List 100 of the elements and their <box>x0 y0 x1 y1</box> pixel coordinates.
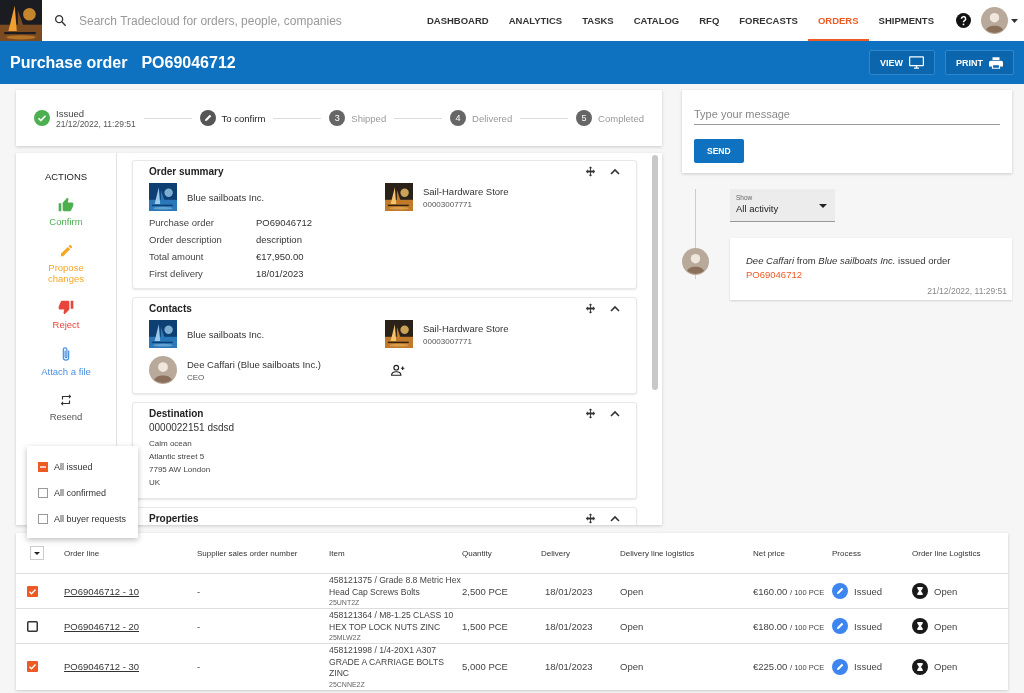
select-all-dropdown[interactable] <box>30 546 44 560</box>
checkbox[interactable] <box>27 585 38 597</box>
checkbox[interactable] <box>27 620 38 632</box>
address-line: 7795 AW London <box>149 464 212 476</box>
nav-tab[interactable]: FORECASTS <box>729 0 808 41</box>
scrollbar[interactable] <box>652 155 658 390</box>
hourglass-icon <box>912 618 928 634</box>
item-description: 458121998 / 1/4-20X1 A307 GRADE A CARRIAGE BOLTS ZINC <box>329 645 445 680</box>
repeat-icon <box>59 393 73 407</box>
section-title: Contacts <box>149 303 192 314</box>
field-label: First delivery <box>149 268 204 279</box>
pencil-icon <box>58 243 74 258</box>
move-icon[interactable] <box>585 408 596 419</box>
company-name: Blue sailboats Inc. <box>187 191 265 203</box>
collapse-icon[interactable] <box>610 168 620 175</box>
section-title: Destination <box>149 408 204 419</box>
collapse-icon[interactable] <box>610 305 620 312</box>
activity-time: 21/12/2022, 11:29:51 <box>926 286 1007 296</box>
avatar <box>682 248 709 275</box>
menu-option[interactable]: All buyer requests <box>54 514 127 524</box>
menu-option[interactable]: All confirmed <box>54 488 107 498</box>
checkbox[interactable] <box>38 488 48 498</box>
order-line-link[interactable]: PO69046712 - 30 <box>64 661 139 673</box>
caret-icon[interactable] <box>1011 18 1018 23</box>
step-label: To confirm <box>221 112 266 124</box>
table-cell-text: - <box>197 585 202 597</box>
search-field[interactable]: Search Tradecloud for orders, people, companies <box>77 12 381 29</box>
step-number: 5 <box>576 110 593 126</box>
avatar <box>981 7 1008 34</box>
page-title: Purchase order <box>10 53 128 72</box>
item-description: 458121364 / M8-1.25 CLASS 10 HEX TOP LOCK NUTS ZINC <box>329 610 455 633</box>
pencil-circle-icon <box>832 618 848 634</box>
collapse-icon[interactable] <box>610 515 620 522</box>
address-line: Calm ocean <box>149 438 193 450</box>
field-label: Order description <box>149 234 223 245</box>
step-label: Shipped <box>351 112 387 124</box>
add-person-icon[interactable] <box>391 364 405 376</box>
status-text: Open <box>934 661 958 673</box>
column-header: Quantity <box>462 548 493 558</box>
table-cell-text: 18/01/2023 <box>544 620 594 632</box>
address-heading: 0000022151 dsdsd <box>149 422 236 433</box>
company-name: Sail-Hardware Store <box>423 185 509 197</box>
status-text: Issued <box>854 661 882 673</box>
company-name: Sail-Hardware Store <box>423 322 509 334</box>
contact-role: CEO <box>187 372 206 382</box>
checkbox[interactable] <box>27 661 38 673</box>
step-label: Completed <box>598 112 645 124</box>
print-button[interactable]: PRINT <box>945 50 1014 75</box>
status-text: Issued <box>854 585 882 597</box>
field-label: Total amount <box>149 251 205 262</box>
order-line-link[interactable]: PO69046712 - 20 <box>64 620 139 632</box>
column-header: Supplier sales order number <box>197 548 299 558</box>
move-icon[interactable] <box>585 303 596 314</box>
order-line-link[interactable]: PO69046712 - 10 <box>64 585 139 597</box>
nav-tab[interactable]: ANALYTICS <box>498 0 573 41</box>
nav-tab[interactable]: CATALOG <box>623 0 690 41</box>
nav-tab[interactable]: TASKS <box>572 0 624 41</box>
move-icon[interactable] <box>585 166 596 177</box>
hourglass-icon <box>912 583 928 599</box>
collapse-icon[interactable] <box>610 410 620 417</box>
nav-tab[interactable]: RFQ <box>689 0 730 41</box>
action-button[interactable]: Resend <box>31 393 101 422</box>
action-button[interactable]: Reject <box>31 300 101 330</box>
column-header: Order line Logistics <box>912 548 982 558</box>
caret-icon <box>819 204 827 208</box>
order-link[interactable]: PO69046712 <box>746 269 802 280</box>
table-cell-text: 18/01/2023 <box>544 661 594 673</box>
monitor-icon <box>909 56 924 69</box>
pencil-circle-icon <box>832 583 848 599</box>
table-cell-text: 18/01/2023 <box>544 585 594 597</box>
menu-option[interactable]: All issued <box>54 462 93 472</box>
status-text: Issued <box>854 620 882 632</box>
table-cell-text: - <box>197 620 202 632</box>
order-number: PO69046712 <box>141 53 236 72</box>
table-cell-text: Open <box>620 585 645 597</box>
checkbox[interactable] <box>38 462 48 472</box>
checkbox[interactable] <box>38 514 48 524</box>
actions-title: ACTIONS <box>44 171 88 182</box>
action-button[interactable]: Attach a file <box>31 346 101 377</box>
column-header: Delivery line logistics <box>620 548 696 558</box>
column-header: Delivery <box>541 548 571 558</box>
table-cell-text: 1,500 PCE <box>462 620 509 632</box>
table-cell-text: Open <box>620 661 645 673</box>
thumbs-up-icon <box>58 197 74 212</box>
step-label: Issued <box>56 107 85 119</box>
field-label: Purchase order <box>149 217 215 228</box>
send-button[interactable]: SEND <box>694 139 744 163</box>
nav-tab[interactable]: DASHBOARD <box>416 0 499 41</box>
field-value: PO69046712 <box>256 217 313 228</box>
status-text: Open <box>934 620 958 632</box>
nav-tab[interactable]: SHIPMENTS <box>868 0 944 41</box>
thumbs-down-icon <box>58 300 74 315</box>
step-timestamp: 21/12/2022, 11:29:51 <box>56 118 136 129</box>
column-header: Net price <box>753 548 786 558</box>
search-icon[interactable] <box>54 14 67 27</box>
view-button[interactable]: VIEW <box>869 50 935 75</box>
help-icon[interactable] <box>956 13 971 28</box>
field-value: €17,950.00 <box>256 251 305 262</box>
move-icon[interactable] <box>585 513 596 524</box>
table-cell-text: Open <box>620 620 645 632</box>
